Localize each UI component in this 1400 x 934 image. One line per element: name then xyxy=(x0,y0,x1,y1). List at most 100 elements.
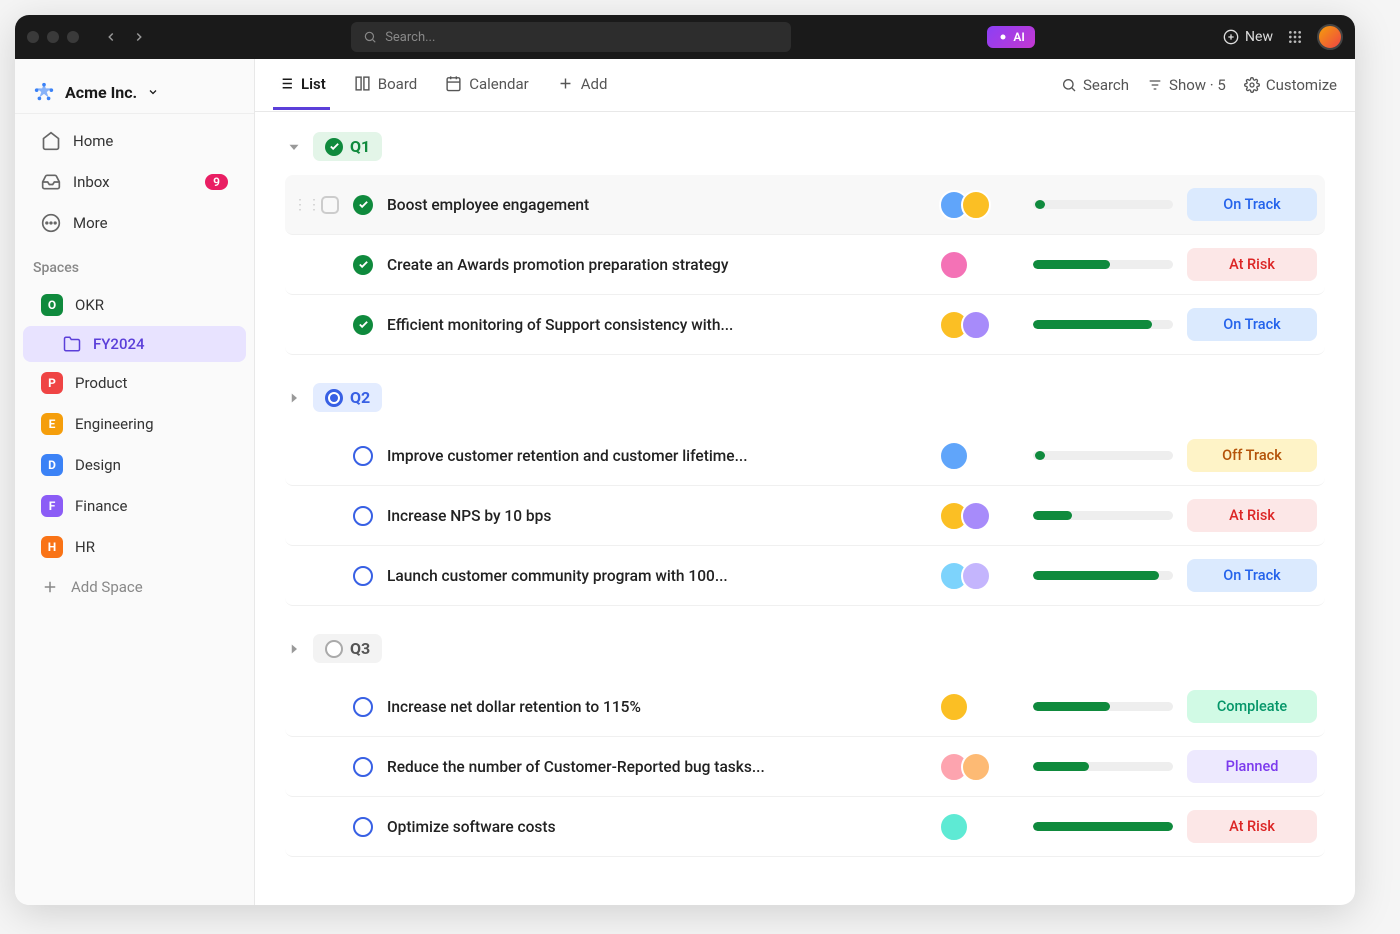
space-item-product[interactable]: PProduct xyxy=(23,363,246,403)
status-circle-icon[interactable] xyxy=(353,506,373,526)
progress-bar[interactable] xyxy=(1033,320,1173,329)
view-tab-add[interactable]: Add xyxy=(553,61,612,110)
avatar[interactable] xyxy=(939,692,969,722)
avatar[interactable] xyxy=(961,501,991,531)
check-circle-icon[interactable] xyxy=(353,195,373,215)
space-item-finance[interactable]: FFinance xyxy=(23,486,246,526)
task-row[interactable]: ⋮⋮ Efficient monitoring of Support consi… xyxy=(285,295,1325,355)
ai-button[interactable]: AI xyxy=(987,26,1034,48)
assignees xyxy=(939,812,1019,842)
back-button[interactable] xyxy=(99,25,123,49)
group-q3: Q3 ⋮⋮ Increase net dollar retention to 1… xyxy=(285,634,1325,857)
space-item-okr[interactable]: OOKR xyxy=(23,285,246,325)
status-pill[interactable]: Off Track xyxy=(1187,439,1317,472)
status-pill[interactable]: At Risk xyxy=(1187,248,1317,281)
forward-button[interactable] xyxy=(127,25,151,49)
space-item-fy2024[interactable]: FY2024 xyxy=(23,326,246,362)
search-placeholder: Search... xyxy=(385,30,435,45)
task-row[interactable]: ⋮⋮ Create an Awards promotion preparatio… xyxy=(285,235,1325,295)
search-action[interactable]: Search xyxy=(1061,76,1129,94)
status-pill[interactable]: Compleate xyxy=(1187,690,1317,723)
space-item-design[interactable]: DDesign xyxy=(23,445,246,485)
nav-more[interactable]: More xyxy=(23,203,246,243)
view-tab-list[interactable]: List xyxy=(273,61,330,110)
check-circle-icon[interactable] xyxy=(353,255,373,275)
chevron-right-icon[interactable] xyxy=(285,389,303,407)
status-circle-icon[interactable] xyxy=(353,446,373,466)
task-row[interactable]: ⋮⋮ Improve customer retention and custom… xyxy=(285,426,1325,486)
avatar[interactable] xyxy=(961,310,991,340)
list-icon xyxy=(277,75,294,92)
task-title: Reduce the number of Customer-Reported b… xyxy=(387,758,925,776)
group-header[interactable]: Q1 xyxy=(285,132,1325,161)
progress-bar[interactable] xyxy=(1033,511,1173,520)
assignees xyxy=(939,190,1019,220)
space-item-hr[interactable]: HHR xyxy=(23,527,246,567)
task-row[interactable]: ⋮⋮ Launch customer community program wit… xyxy=(285,546,1325,606)
global-search[interactable]: Search... xyxy=(351,22,791,52)
close-button[interactable] xyxy=(27,31,39,43)
drag-handle-icon[interactable]: ⋮⋮ xyxy=(293,197,307,213)
group-header[interactable]: Q2 xyxy=(285,383,1325,412)
status-pill[interactable]: On Track xyxy=(1187,188,1317,221)
avatar[interactable] xyxy=(939,441,969,471)
show-action[interactable]: Show · 5 xyxy=(1147,76,1226,94)
nav-home[interactable]: Home xyxy=(23,121,246,161)
maximize-button[interactable] xyxy=(67,31,79,43)
apps-button[interactable] xyxy=(1287,29,1303,45)
space-item-engineering[interactable]: EEngineering xyxy=(23,404,246,444)
nav-inbox[interactable]: Inbox9 xyxy=(23,162,246,202)
view-tab-calendar[interactable]: Calendar xyxy=(441,61,533,110)
avatar[interactable] xyxy=(961,752,991,782)
plus-icon xyxy=(41,578,59,596)
plus-circle-icon xyxy=(1223,29,1239,45)
status-circle-icon[interactable] xyxy=(353,757,373,777)
add-space-button[interactable]: Add Space xyxy=(23,569,246,605)
assignees xyxy=(939,441,1019,471)
assignees xyxy=(939,752,1019,782)
status-circle-icon[interactable] xyxy=(353,697,373,717)
task-row[interactable]: ⋮⋮ Optimize software costs At Risk xyxy=(285,797,1325,857)
task-row[interactable]: ⋮⋮ Reduce the number of Customer-Reporte… xyxy=(285,737,1325,797)
progress-bar[interactable] xyxy=(1033,822,1173,831)
space-label: Engineering xyxy=(75,415,154,433)
task-row[interactable]: ⋮⋮ Boost employee engagement On Track xyxy=(285,175,1325,235)
task-list: Q1 ⋮⋮ Boost employee engagement On Track… xyxy=(255,112,1355,905)
more-icon xyxy=(41,213,61,233)
view-tab-board[interactable]: Board xyxy=(350,61,421,110)
avatar[interactable] xyxy=(961,561,991,591)
progress-bar[interactable] xyxy=(1033,200,1173,209)
progress-bar[interactable] xyxy=(1033,260,1173,269)
status-pill[interactable]: Planned xyxy=(1187,750,1317,783)
status-circle-icon[interactable] xyxy=(353,817,373,837)
progress-bar[interactable] xyxy=(1033,571,1173,580)
progress-bar[interactable] xyxy=(1033,702,1173,711)
checkbox[interactable] xyxy=(321,196,339,214)
user-avatar[interactable] xyxy=(1317,24,1343,50)
new-button[interactable]: New xyxy=(1223,29,1273,45)
board-icon xyxy=(354,75,371,92)
status-pill[interactable]: On Track xyxy=(1187,308,1317,341)
task-row[interactable]: ⋮⋮ Increase NPS by 10 bps At Risk xyxy=(285,486,1325,546)
chevron-right-icon[interactable] xyxy=(285,640,303,658)
avatar[interactable] xyxy=(961,190,991,220)
search-icon xyxy=(363,30,377,44)
customize-action[interactable]: Customize xyxy=(1244,76,1337,94)
inbox-badge: 9 xyxy=(205,174,228,190)
avatar[interactable] xyxy=(939,250,969,280)
progress-bar[interactable] xyxy=(1033,451,1173,460)
task-row[interactable]: ⋮⋮ Increase net dollar retention to 115%… xyxy=(285,677,1325,737)
gear-icon xyxy=(1244,77,1260,93)
chevron-down-icon[interactable] xyxy=(285,138,303,156)
progress-bar[interactable] xyxy=(1033,762,1173,771)
status-pill[interactable]: At Risk xyxy=(1187,810,1317,843)
status-circle-icon[interactable] xyxy=(353,566,373,586)
status-pill[interactable]: At Risk xyxy=(1187,499,1317,532)
check-circle-icon[interactable] xyxy=(353,315,373,335)
avatar[interactable] xyxy=(939,812,969,842)
workspace-selector[interactable]: Acme Inc. xyxy=(15,71,254,114)
minimize-button[interactable] xyxy=(47,31,59,43)
status-pill[interactable]: On Track xyxy=(1187,559,1317,592)
group-header[interactable]: Q3 xyxy=(285,634,1325,663)
space-label: HR xyxy=(75,538,95,556)
